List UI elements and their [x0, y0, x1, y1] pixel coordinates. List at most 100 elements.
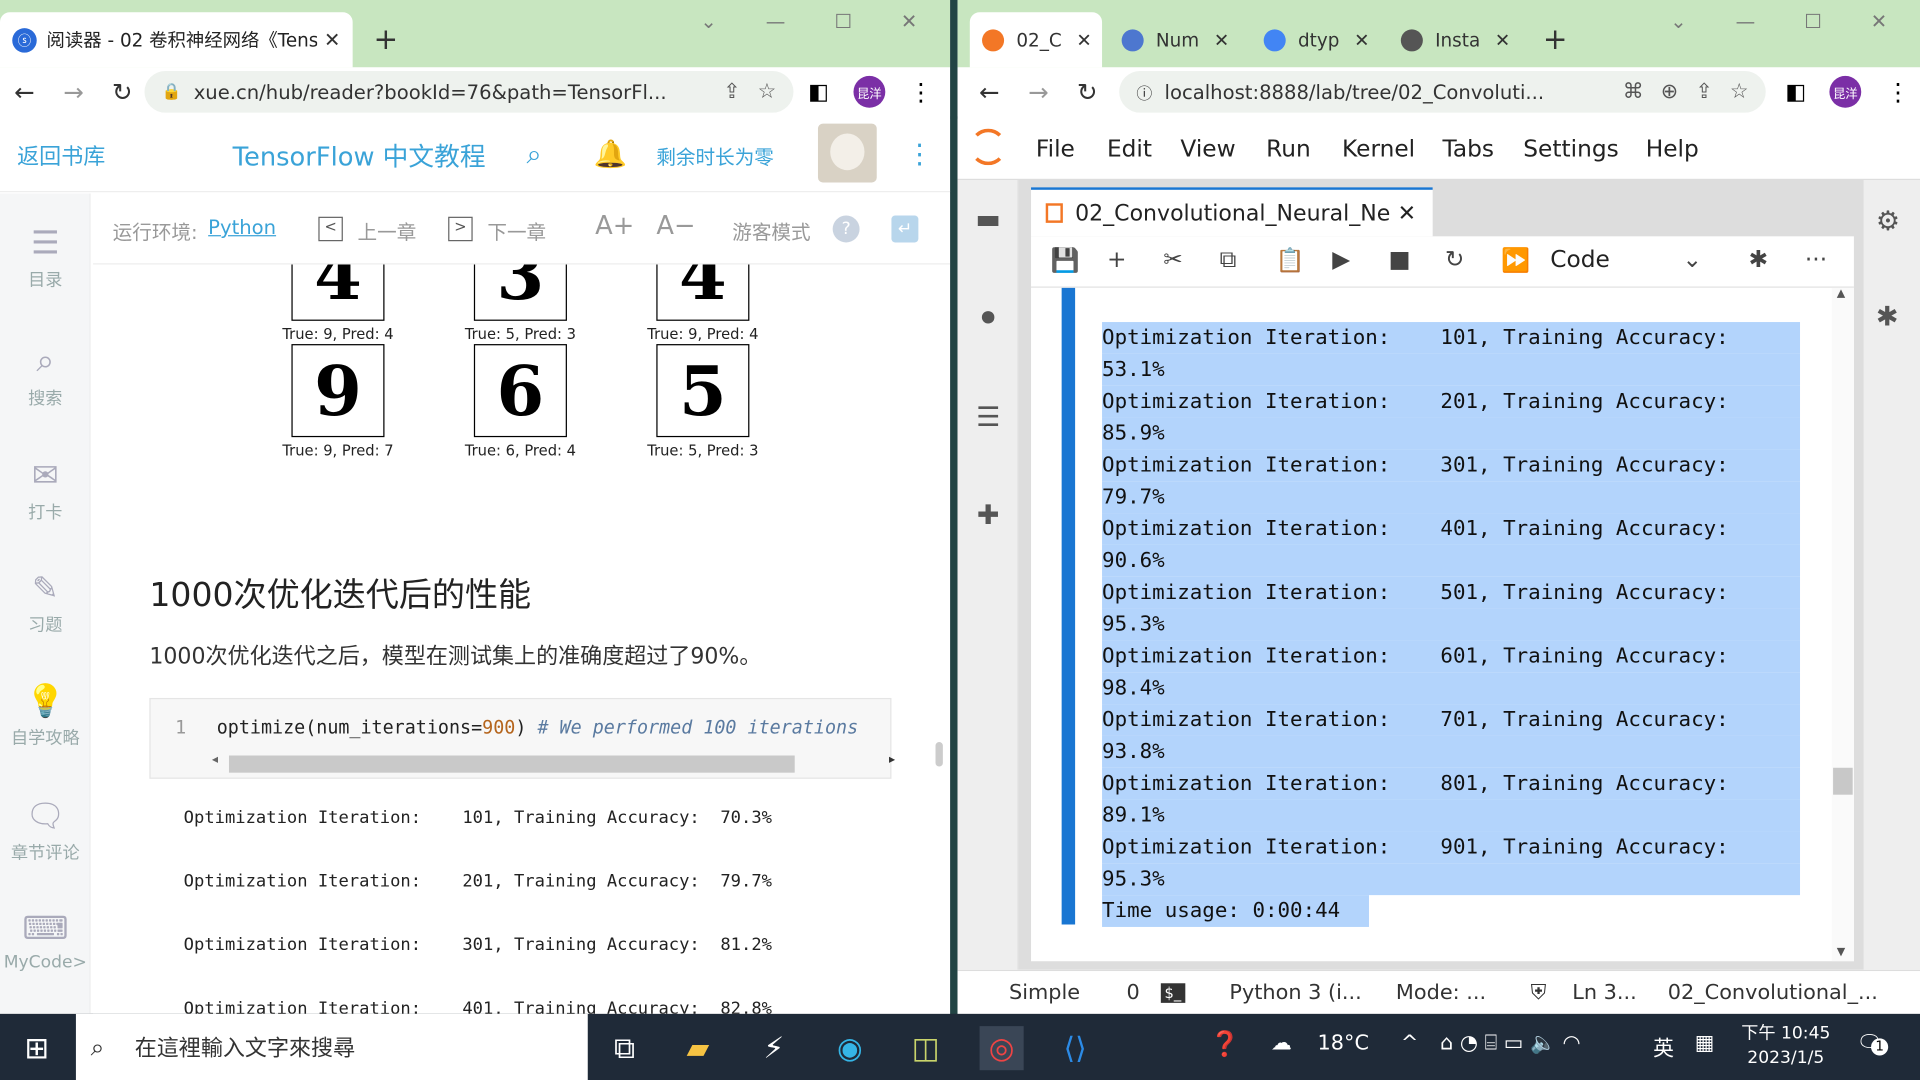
shield-icon[interactable]: ⛨ [1531, 981, 1547, 1005]
forward-icon[interactable]: → [49, 77, 98, 106]
chevron-down-icon[interactable]: ⌄ [1670, 10, 1686, 33]
close-tab-icon[interactable]: ✕ [1076, 29, 1091, 51]
help-icon[interactable]: ❓ [1210, 1029, 1240, 1058]
menu-dots-icon[interactable]: ⋮ [1886, 77, 1910, 106]
menu-view[interactable]: View [1180, 136, 1235, 163]
back-icon[interactable]: ← [965, 77, 1014, 106]
gear-icon[interactable]: ⚙ [1876, 207, 1900, 238]
menu-tabs[interactable]: Tabs [1442, 136, 1494, 163]
cell-type-select[interactable]: Code [1550, 246, 1610, 273]
next-chapter-button[interactable]: 下一章 [487, 216, 546, 245]
more-icon[interactable]: ⋮ [906, 140, 933, 171]
notebook-scrollbar[interactable]: ▲ ▼ [1831, 287, 1854, 962]
browser-tab[interactable]: dtyp ✕ [1251, 12, 1383, 67]
menu-run[interactable]: Run [1266, 136, 1311, 163]
toc-icon[interactable]: ☰ [970, 403, 1007, 440]
browser-tab[interactable]: Insta ✕ [1389, 12, 1521, 67]
bell-icon[interactable]: 🔔 [594, 140, 628, 171]
terminal-icon[interactable]: $_ [1160, 983, 1185, 1003]
bug-icon[interactable]: ✱ [1749, 246, 1768, 273]
back-icon[interactable]: ← [0, 77, 49, 106]
restart-icon[interactable]: ↻ [1445, 246, 1464, 273]
folder-icon[interactable]: ▬ [970, 204, 1007, 241]
enter-icon[interactable]: ↵ [891, 215, 919, 243]
address-input[interactable]: 🔒 xue.cn/hub/reader?bookId=76&path=Tenso… [144, 71, 794, 113]
remaining-time[interactable]: 剩余时长为零 [656, 140, 774, 169]
close-tab-icon[interactable]: ✕ [1354, 29, 1369, 51]
more-icon[interactable]: ··· [1805, 246, 1827, 273]
kernel-status[interactable]: Python 3 (i... [1229, 981, 1361, 1005]
sidebar-item[interactable]: ☰ 目录 [0, 225, 91, 291]
close-tab-icon[interactable]: ✕ [324, 28, 340, 51]
chevron-down-icon[interactable]: ⌄ [700, 10, 716, 33]
tray-chevron-icon[interactable]: ^ [1401, 1031, 1418, 1055]
fast-forward-icon[interactable]: ⏩ [1501, 246, 1530, 274]
font-smaller-button[interactable]: A− [656, 211, 695, 240]
taskbar-search-input[interactable]: ⌕ 在這裡輸入文字來搜尋 [75, 1013, 588, 1080]
chevron-right-icon[interactable]: > [448, 216, 473, 242]
tray-icons[interactable]: ⌂ ◔ ⌸ ▭ 🔈 ◠ [1440, 1031, 1581, 1055]
prev-chapter-button[interactable]: 上一章 [358, 216, 417, 245]
sidepanel-icon[interactable]: ◧ [808, 79, 829, 105]
back-to-library-link[interactable]: 返回书库 [17, 139, 105, 171]
sidebar-item[interactable]: ⌨ MyCode> [0, 911, 91, 972]
line-col-status[interactable]: Ln 3... [1572, 981, 1637, 1005]
chrome-icon[interactable]: ◎ [979, 1026, 1024, 1071]
ime-indicator[interactable]: 英 [1653, 1031, 1674, 1061]
debug-icon[interactable]: ✱ [1876, 302, 1899, 333]
vscode-icon[interactable]: ⟨⟩ [1053, 1026, 1097, 1070]
menu-dots-icon[interactable]: ⋮ [909, 77, 933, 106]
menu-kernel[interactable]: Kernel [1342, 136, 1415, 163]
share-icon[interactable]: ⇪ [723, 80, 740, 104]
avatar[interactable] [817, 123, 877, 183]
task-view-icon[interactable]: ⧉ [602, 1026, 646, 1070]
app2-icon[interactable]: ◫ [904, 1026, 948, 1070]
translate-icon[interactable]: ⌘ [1623, 80, 1644, 104]
reload-icon[interactable]: ↻ [1063, 77, 1112, 106]
menu-file[interactable]: File [1036, 136, 1075, 163]
close-window-icon[interactable]: ✕ [901, 10, 917, 33]
close-tab-icon[interactable]: ✕ [1495, 29, 1510, 51]
new-tab-icon[interactable]: + [1543, 22, 1568, 56]
cut-icon[interactable]: ✂ [1163, 246, 1182, 273]
copy-icon[interactable]: ⧉ [1220, 246, 1237, 273]
windows-start-icon[interactable]: ⊞ [15, 1026, 59, 1070]
paste-icon[interactable]: 📋 [1276, 246, 1305, 274]
minimize-icon[interactable]: — [766, 10, 786, 33]
close-tab-icon[interactable]: ✕ [1214, 29, 1229, 51]
new-tab-icon[interactable]: + [373, 22, 398, 56]
keyboard-icon[interactable]: ▦ [1695, 1031, 1715, 1055]
star-icon[interactable]: ☆ [758, 80, 777, 104]
maximize-icon[interactable]: ☐ [1804, 10, 1822, 33]
simple-mode-toggle[interactable]: Simple [1009, 981, 1080, 1005]
stop-icon[interactable]: ■ [1389, 246, 1411, 273]
edge-icon[interactable]: ◉ [828, 1026, 872, 1070]
sidepanel-icon[interactable]: ◧ [1785, 79, 1806, 105]
sidebar-item[interactable]: ✎ 习题 [0, 571, 91, 637]
font-larger-button[interactable]: A+ [595, 211, 634, 240]
help-icon[interactable]: ? [832, 215, 860, 243]
weather-icon[interactable]: ☁ [1271, 1031, 1292, 1055]
menu-edit[interactable]: Edit [1107, 136, 1152, 163]
clock[interactable]: 下午 10:45 2023/1/5 [1741, 1021, 1830, 1070]
close-icon[interactable]: ✕ [1398, 200, 1416, 226]
profile-avatar[interactable]: 昆洋 [1829, 75, 1862, 108]
app-icon[interactable]: ⚡ [752, 1026, 796, 1070]
close-window-icon[interactable]: ✕ [1871, 10, 1887, 33]
menu-settings[interactable]: Settings [1523, 136, 1618, 163]
profile-avatar[interactable]: 昆洋 [853, 75, 886, 108]
cell-collapser[interactable] [1061, 287, 1076, 925]
page-scrollbar[interactable] [935, 742, 943, 767]
forward-icon[interactable]: → [1014, 77, 1063, 106]
stop-circle-icon[interactable]: ⏺ [970, 302, 1007, 339]
brand-title[interactable]: TensorFlow 中文教程 [233, 137, 486, 174]
minimize-icon[interactable]: — [1736, 10, 1756, 33]
run-icon[interactable]: ▶ [1332, 246, 1350, 273]
maximize-icon[interactable]: ☐ [834, 10, 852, 33]
horizontal-scrollbar[interactable]: ◂ ▸ [212, 753, 895, 773]
star-icon[interactable]: ☆ [1730, 80, 1749, 104]
browser-tab[interactable]: Num ✕ [1109, 12, 1241, 67]
sidebar-item[interactable]: ✉ 打卡 [0, 458, 91, 524]
address-input[interactable]: ⓘ localhost:8888/lab/tree/02_Convoluti..… [1119, 71, 1766, 113]
notebook-tab[interactable]: 02_Convolutional_Neural_Ne ✕ [1031, 187, 1433, 237]
